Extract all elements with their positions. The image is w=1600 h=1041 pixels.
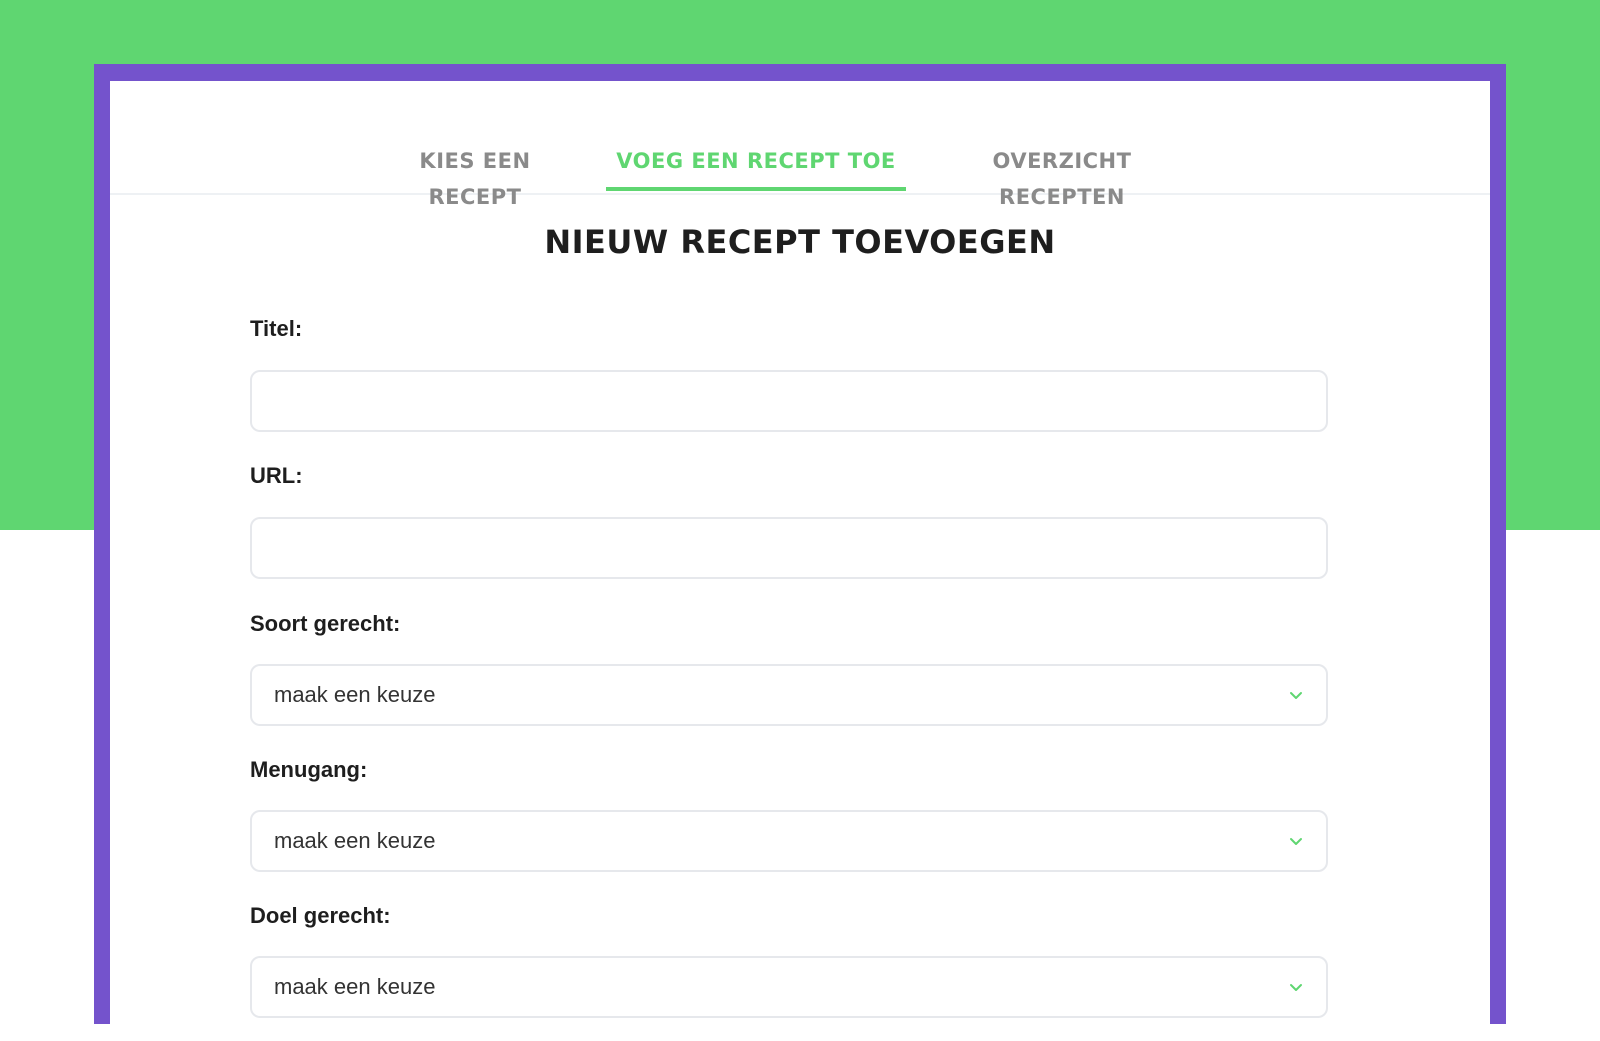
menugang-select[interactable]: maak een keuze xyxy=(250,810,1328,872)
page-title: NIEUW RECEPT TOEVOEGEN xyxy=(544,223,1056,261)
url-label: URL: xyxy=(250,463,303,488)
tab-kies-een-recept[interactable]: KIES EEN RECEPT xyxy=(380,143,570,209)
doel-gerecht-label: Doel gerecht: xyxy=(250,903,391,928)
app-frame: KIES EEN RECEPT VOEG EEN RECEPT TOE OVER… xyxy=(94,64,1506,1041)
titel-label: Titel: xyxy=(250,316,303,341)
url-input[interactable] xyxy=(250,517,1328,579)
menugang-selected-value: maak een keuze xyxy=(274,828,436,853)
chevron-down-icon xyxy=(1290,692,1302,699)
tab-bar: KIES EEN RECEPT VOEG EEN RECEPT TOE OVER… xyxy=(110,81,1490,209)
tab-overzicht-recepten[interactable]: OVERZICHT RECEPTEN xyxy=(942,143,1182,209)
content-card: KIES EEN RECEPT VOEG EEN RECEPT TOE OVER… xyxy=(110,81,1490,1041)
titel-input[interactable] xyxy=(250,370,1328,432)
soort-gerecht-select[interactable]: maak een keuze xyxy=(250,664,1328,726)
doel-gerecht-select[interactable]: maak een keuze xyxy=(250,956,1328,1018)
soort-gerecht-label: Soort gerecht: xyxy=(250,611,401,636)
doel-gerecht-selected-value: maak een keuze xyxy=(274,974,436,999)
chevron-down-icon xyxy=(1290,984,1302,991)
menugang-label: Menugang: xyxy=(250,757,368,782)
soort-gerecht-selected-value: maak een keuze xyxy=(274,682,436,707)
tab-voeg-een-recept-toe[interactable]: VOEG EEN RECEPT TOE xyxy=(606,143,906,191)
chevron-down-icon xyxy=(1290,838,1302,845)
